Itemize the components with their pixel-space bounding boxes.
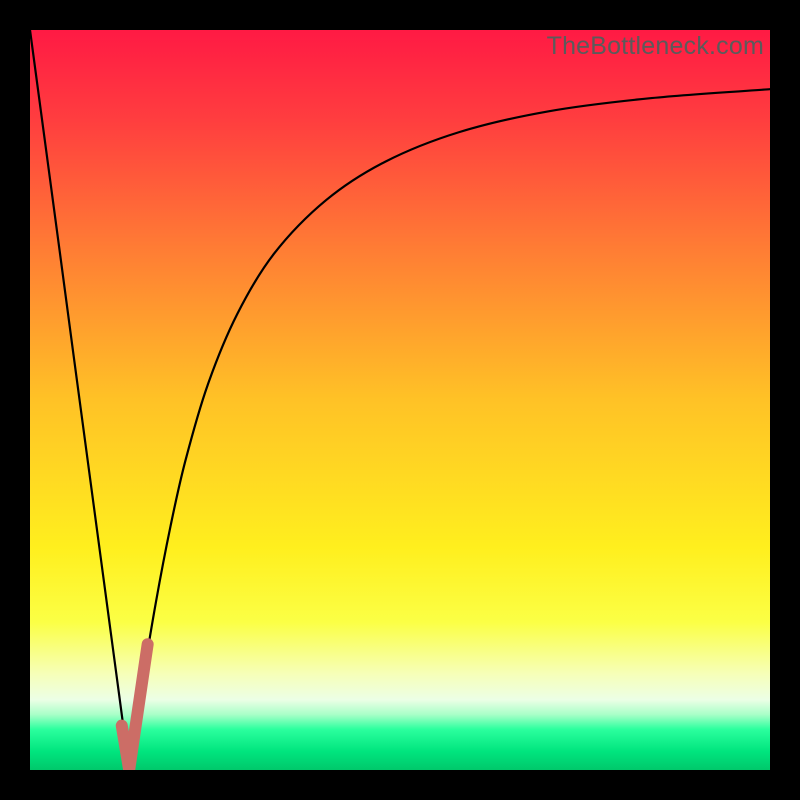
curve-left-branch [30,30,129,770]
plot-area: TheBottleneck.com [30,30,770,770]
curves-layer [30,30,770,770]
watermark-text: TheBottleneck.com [547,32,764,61]
optimal-marker [122,644,148,770]
chart-frame: TheBottleneck.com [0,0,800,800]
curve-right-branch [129,89,770,770]
